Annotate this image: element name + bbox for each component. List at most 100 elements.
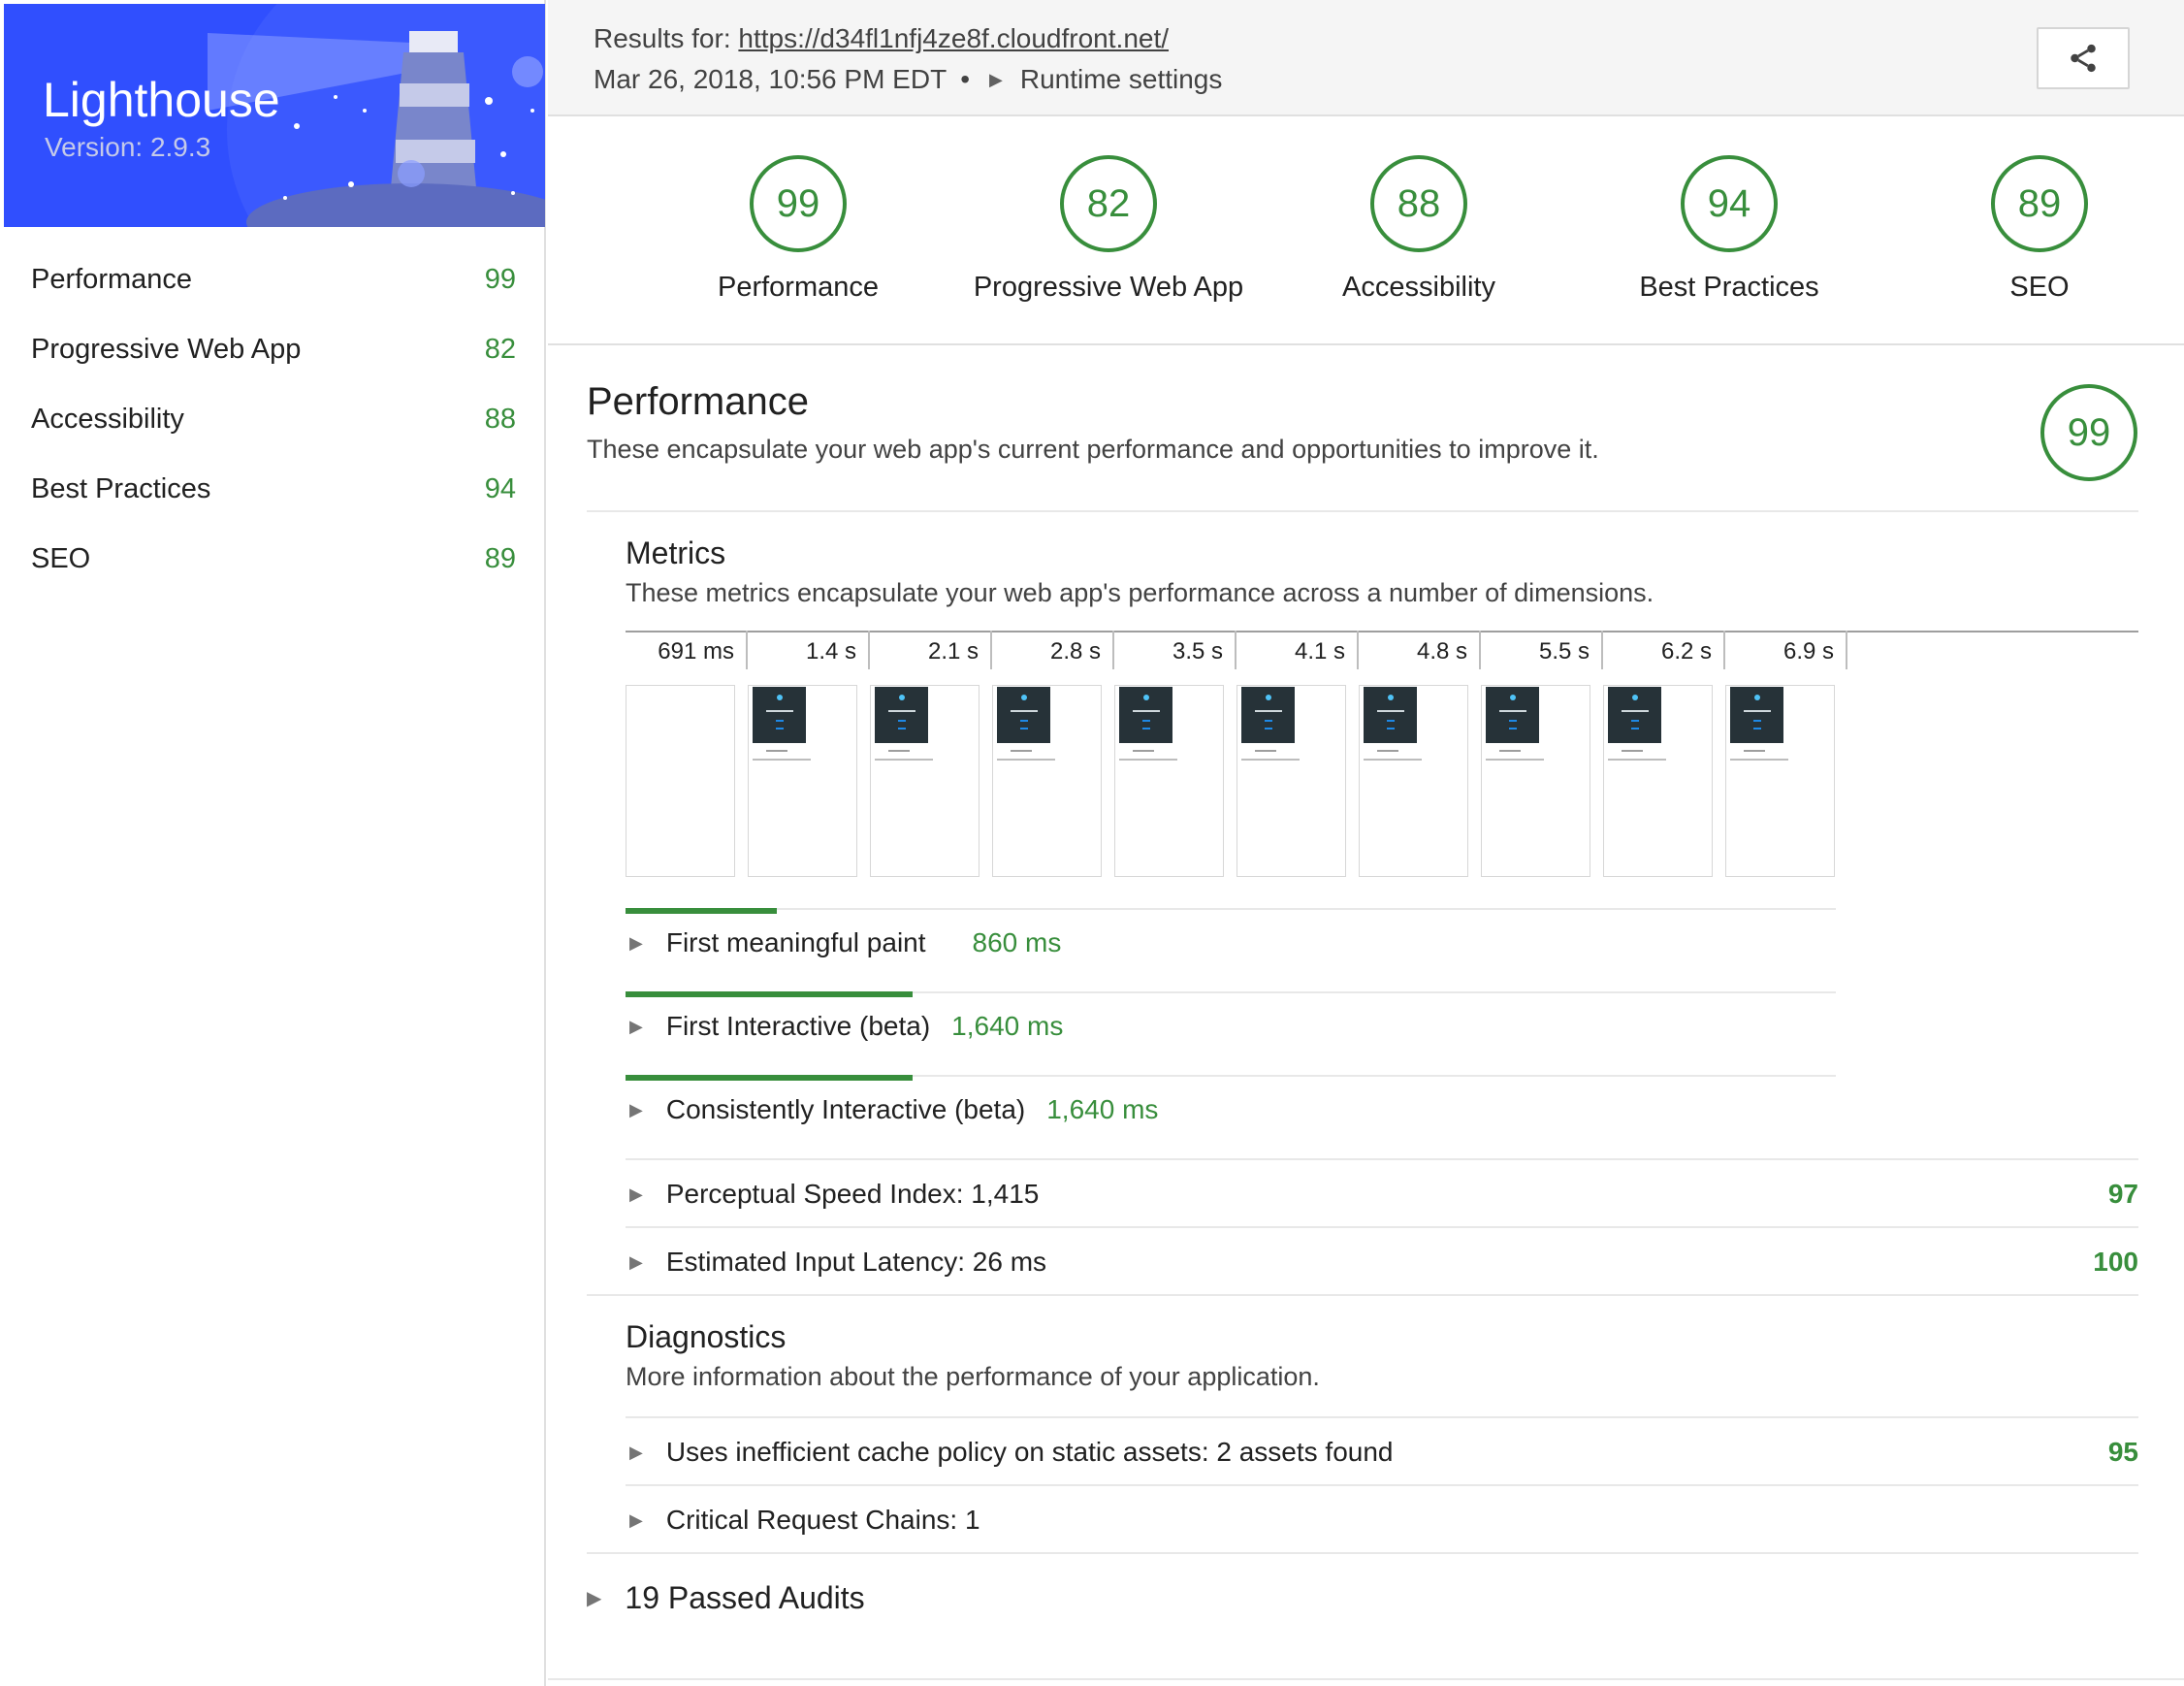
app-version: Version: 2.9.3 xyxy=(45,132,211,162)
metrics-title: Metrics xyxy=(626,535,726,570)
section-description: These encapsulate your web app's current… xyxy=(587,435,1599,464)
audit-cache-policy[interactable]: ▶ Uses inefficient cache policy on stati… xyxy=(626,1418,2138,1486)
filmstrip-thumbnail xyxy=(1725,685,1835,877)
report-meta: Mar 26, 2018, 10:56 PM EDT • ▶ Runtime s… xyxy=(594,64,1222,95)
passed-audits-label: 19 Passed Audits xyxy=(625,1579,865,1615)
gauge-score: 99 xyxy=(750,155,847,252)
gauge-score: 89 xyxy=(1991,155,2088,252)
filmstrip-frame: 691 ms xyxy=(626,631,748,877)
filmstrip-frame: 6.2 s xyxy=(1603,631,1725,877)
filmstrip-time: 6.9 s xyxy=(1725,631,1847,669)
filmstrip-frame: 4.8 s xyxy=(1359,631,1481,877)
triangle-right-icon: ▶ xyxy=(587,1587,602,1609)
gauge-score: 94 xyxy=(1681,155,1778,252)
filmstrip-thumbnail xyxy=(1603,685,1713,877)
triangle-right-icon[interactable]: ▶ xyxy=(989,70,1003,90)
filmstrip-thumbnail xyxy=(1114,685,1224,877)
sidebar-item-performance[interactable]: Performance 99 xyxy=(31,250,516,308)
gauge-best-practices[interactable]: 94 Best Practices xyxy=(1574,155,1884,304)
sidebar-item-score: 82 xyxy=(484,333,516,365)
section-title: Performance xyxy=(587,380,809,423)
sidebar-item-accessibility[interactable]: Accessibility 88 xyxy=(31,390,516,448)
gauge-score: 82 xyxy=(1060,155,1157,252)
metric-label: First meaningful paint xyxy=(665,927,926,957)
filmstrip-frame: 5.5 s xyxy=(1481,631,1603,877)
metric-value: 1,640 ms xyxy=(951,1011,1064,1041)
results-prefix: Results for: xyxy=(594,23,739,53)
runtime-settings-toggle[interactable]: Runtime settings xyxy=(1020,64,1223,95)
filmstrip-thumbnail xyxy=(870,685,980,877)
filmstrip-time: 4.1 s xyxy=(1237,631,1359,669)
audit-critical-request-chains[interactable]: ▶ Critical Request Chains: 1 xyxy=(626,1486,2138,1554)
filmstrip-frame: 2.1 s xyxy=(870,631,992,877)
gauge-performance[interactable]: 99 Performance xyxy=(643,155,953,304)
audit-label: Uses inefficient cache policy on static … xyxy=(665,1437,1394,1467)
sidebar-item-best-practices[interactable]: Best Practices 94 xyxy=(31,460,516,518)
sidebar-item-pwa[interactable]: Progressive Web App 82 xyxy=(31,320,516,378)
filmstrip: 691 ms 1.4 s 2.1 s 2.8 s 3.5 s 4.1 s 4.8 s 5.5 … xyxy=(626,631,1865,879)
share-icon xyxy=(2071,44,2096,73)
filmstrip-time: 6.2 s xyxy=(1603,631,1725,669)
sidebar-item-score: 94 xyxy=(484,472,516,504)
metric-value: 1,640 ms xyxy=(1046,1094,1159,1124)
gauge-label: SEO xyxy=(2009,272,2070,303)
metric-score: 100 xyxy=(2093,1247,2138,1277)
gauge-label: Performance xyxy=(717,272,879,303)
separator-dot: • xyxy=(960,64,970,94)
filmstrip-thumbnail xyxy=(1237,685,1346,877)
divider xyxy=(587,1294,2138,1296)
metric-estimated-input-latency[interactable]: ▶ Estimated Input Latency: 26 ms 100 xyxy=(626,1228,2138,1296)
diagnostics-description: More information about the performance o… xyxy=(626,1362,1320,1391)
results-url-link[interactable]: https://d34fl1nfj4ze8f.cloudfront.net/ xyxy=(738,23,1169,53)
diagnostics-title: Diagnostics xyxy=(626,1319,787,1354)
filmstrip-thumbnail xyxy=(992,685,1102,877)
triangle-right-icon: ▶ xyxy=(629,932,643,953)
report-date: Mar 26, 2018, 10:56 PM EDT xyxy=(594,64,947,94)
filmstrip-time: 2.1 s xyxy=(870,631,992,669)
sidebar-item-label: Performance xyxy=(31,263,193,295)
metric-perceptual-speed-index[interactable]: ▶ Perceptual Speed Index: 1,415 97 xyxy=(626,1160,2138,1228)
results-for: Results for: https://d34fl1nfj4ze8f.clou… xyxy=(594,23,1169,54)
gauge-seo[interactable]: 89 SEO xyxy=(1884,155,2184,304)
filmstrip-frame: 4.1 s xyxy=(1237,631,1359,877)
triangle-right-icon: ▶ xyxy=(629,1016,643,1036)
filmstrip-time: 691 ms xyxy=(626,631,748,669)
filmstrip-time: 1.4 s xyxy=(748,631,870,669)
filmstrip-thumbnail xyxy=(1359,685,1468,877)
metric-first-meaningful-paint[interactable]: ▶ First meaningful paint 860 ms xyxy=(626,902,1061,984)
sidebar-item-label: Accessibility xyxy=(31,403,184,435)
filmstrip-thumbnail xyxy=(1481,685,1590,877)
filmstrip-thumbnail xyxy=(626,685,735,877)
score-gauges: 99 Performance 82 Progressive Web App 88… xyxy=(548,118,2184,345)
metric-consistently-interactive[interactable]: ▶ Consistently Interactive (beta) 1,640 … xyxy=(626,1069,1158,1151)
gauge-label: Progressive Web App xyxy=(973,272,1244,303)
gauge-label: Accessibility xyxy=(1342,272,1495,303)
divider xyxy=(587,510,2138,512)
filmstrip-thumbnail xyxy=(748,685,857,877)
metric-first-interactive[interactable]: ▶ First Interactive (beta) 1,640 ms xyxy=(626,986,1063,1067)
gauge-pwa[interactable]: 82 Progressive Web App xyxy=(953,155,1264,304)
gauge-score: 88 xyxy=(1370,155,1467,252)
divider xyxy=(587,1552,2138,1554)
sidebar-item-seo[interactable]: SEO 89 xyxy=(31,530,516,588)
metric-label: Consistently Interactive (beta) xyxy=(665,1094,1026,1124)
app-title: Lighthouse xyxy=(43,73,280,127)
divider xyxy=(548,1678,2184,1680)
metric-label: Estimated Input Latency: 26 ms xyxy=(665,1247,1047,1277)
filmstrip-time: 4.8 s xyxy=(1359,631,1481,669)
gauge-accessibility[interactable]: 88 Accessibility xyxy=(1264,155,1574,304)
filmstrip-frame: 1.4 s xyxy=(748,631,870,877)
sidebar: Lighthouse Version: 2.9.3 Performance 99… xyxy=(0,0,546,1686)
triangle-right-icon: ▶ xyxy=(629,1509,643,1530)
metric-score: 97 xyxy=(2107,1179,2138,1209)
filmstrip-frame: 2.8 s xyxy=(992,631,1114,877)
audit-score: 95 xyxy=(2107,1437,2138,1467)
sidebar-item-score: 88 xyxy=(484,403,516,435)
sidebar-item-label: Progressive Web App xyxy=(31,333,302,365)
passed-audits-toggle[interactable]: ▶ 19 Passed Audits xyxy=(587,1573,865,1622)
metric-label: Perceptual Speed Index: 1,415 xyxy=(665,1179,1040,1209)
triangle-right-icon: ▶ xyxy=(629,1099,643,1119)
lighthouse-banner: Lighthouse Version: 2.9.3 xyxy=(4,4,545,227)
filmstrip-frame: 6.9 s xyxy=(1725,631,1847,877)
share-button[interactable] xyxy=(2037,27,2130,89)
